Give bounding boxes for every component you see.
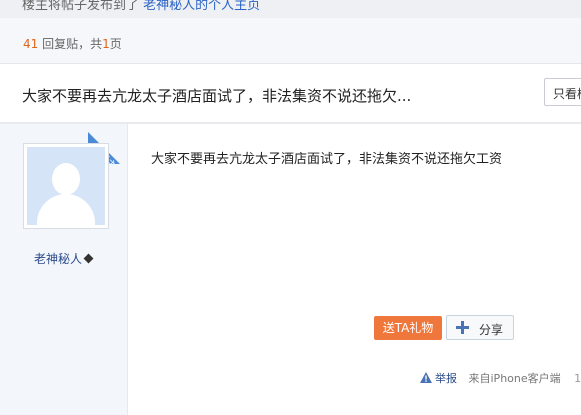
send-gift-button[interactable]: 送TA礼物: [374, 316, 442, 340]
avatar-image: [27, 147, 105, 225]
share-button[interactable]: 分享: [446, 315, 514, 340]
warning-triangle-icon: [420, 372, 432, 383]
avatar-body-shape: [37, 194, 95, 225]
only-author-button[interactable]: 只看楼主: [544, 78, 581, 106]
share-label: 分享: [479, 323, 504, 337]
top-notice-text: 楼主将帖子发布到了 老神秘人的个人主页: [22, 0, 260, 13]
page-count-number: 1: [102, 37, 110, 51]
username-link[interactable]: 老神秘人: [34, 250, 94, 267]
reply-count-suffix: 回复贴，共: [42, 37, 103, 51]
diamond-icon: [83, 253, 94, 264]
reply-count-number: 41: [23, 37, 39, 51]
avatar[interactable]: [23, 143, 109, 229]
top-notice-bar: 楼主将帖子发布到了 老神秘人的个人主页: [0, 0, 581, 18]
reply-count: 41 回复贴，共1页: [23, 35, 122, 52]
post-footer: 举报 来自iPhone客户端 1楼: [420, 370, 581, 386]
post-source: 来自iPhone客户端: [468, 372, 561, 385]
avatar-head-shape: [52, 163, 80, 195]
author-sidebar: 楼主 老神秘人: [0, 124, 128, 415]
report-link[interactable]: 举报: [420, 370, 457, 386]
page-count-suffix: 页: [109, 37, 122, 51]
thread-title: 大家不要再去亢龙太子酒店面试了，非法集资不说还拖欠...: [22, 87, 412, 105]
username-label: 老神秘人: [34, 252, 83, 266]
plus-cross-icon: [456, 321, 469, 334]
post: 楼主 老神秘人 大家不要再去亢龙太子酒店面试了，非法集资不说还拖欠工资 送TA礼…: [0, 124, 581, 415]
floor-number: 1楼: [574, 372, 581, 385]
report-label: 举报: [435, 372, 457, 385]
post-content: 大家不要再去亢龙太子酒店面试了，非法集资不说还拖欠工资: [151, 152, 503, 167]
top-notice-prefix: 楼主将帖子发布到了: [22, 0, 140, 13]
reply-count-bar: 41 回复贴，共1页: [0, 18, 581, 64]
thread-title-bar: 大家不要再去亢龙太子酒店面试了，非法集资不说还拖欠... 只看楼主: [0, 64, 581, 124]
top-notice-link[interactable]: 老神秘人的个人主页: [143, 0, 260, 13]
